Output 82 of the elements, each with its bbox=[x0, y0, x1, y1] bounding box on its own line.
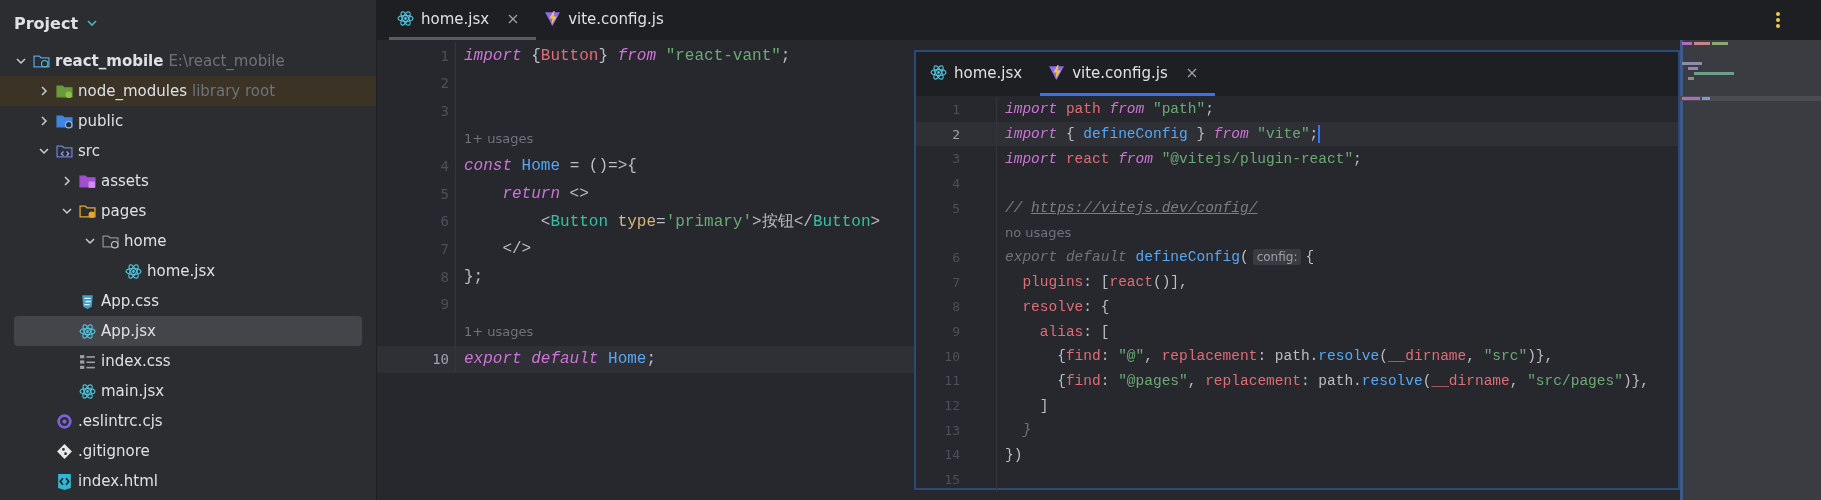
file-name: index.css bbox=[101, 352, 171, 370]
more-icon[interactable] bbox=[1775, 11, 1781, 29]
code-line: const Home = ()=>{ bbox=[464, 157, 637, 176]
chevron-icon[interactable] bbox=[38, 85, 50, 97]
code-line: import {Button} from "react-vant"; bbox=[464, 46, 791, 65]
line-number: 2 bbox=[951, 126, 961, 142]
file-name: home bbox=[124, 232, 167, 250]
diamond-icon bbox=[56, 442, 73, 460]
path-hint: library root bbox=[191, 82, 276, 100]
code-file-icon bbox=[56, 472, 73, 490]
file-tab[interactable]: home.jsx bbox=[389, 0, 537, 40]
tree-item[interactable]: main.jsx bbox=[0, 376, 376, 406]
code-line: plugins: [react()], bbox=[1021, 274, 1188, 291]
chevron-icon[interactable] bbox=[38, 145, 50, 157]
code-line: }; bbox=[464, 267, 484, 286]
tree-item[interactable]: public bbox=[0, 106, 376, 136]
code-line: {find: "@pages", replacement: path.resolve(__dirname, "src/pages")}, bbox=[1056, 372, 1649, 389]
tree-item[interactable]: .eslintrc.cjs bbox=[0, 406, 376, 436]
panel-title[interactable]: Project bbox=[14, 13, 79, 33]
code-line: return <> bbox=[501, 184, 589, 203]
file-name: App.jsx bbox=[101, 322, 156, 340]
code-line: resolve: { bbox=[1021, 298, 1110, 315]
code-line: ] bbox=[1038, 397, 1049, 414]
react-icon bbox=[79, 322, 96, 340]
file-name: .gitignore bbox=[78, 442, 150, 460]
file-name: index.html bbox=[78, 472, 158, 490]
code-line: </> bbox=[501, 239, 532, 258]
tree-item[interactable]: pages bbox=[0, 196, 376, 226]
code-line: import react from "@vitejs/plugin-react"; bbox=[1005, 150, 1362, 167]
code-line: }) bbox=[1005, 446, 1023, 463]
tree-item[interactable]: index.css bbox=[0, 346, 376, 376]
path-hint: E:\react_mobile bbox=[168, 52, 285, 70]
code-line: import path from "path"; bbox=[1005, 101, 1214, 118]
file-tab[interactable]: home.jsx bbox=[922, 52, 1041, 96]
tree-item[interactable]: index.html bbox=[0, 466, 376, 496]
chevron-icon[interactable] bbox=[15, 55, 27, 67]
file-tab[interactable]: vite.config.js bbox=[1040, 52, 1215, 96]
ring-icon bbox=[56, 412, 73, 430]
lightning-icon bbox=[544, 10, 562, 27]
file-name: public bbox=[78, 112, 124, 130]
code-line: export default defineConfig( config: { bbox=[1005, 249, 1315, 266]
tree-item[interactable]: App.jsx bbox=[14, 316, 362, 346]
close-icon[interactable] bbox=[508, 13, 519, 24]
chevron-icon[interactable] bbox=[84, 235, 96, 247]
line-number: 10 bbox=[431, 351, 450, 368]
lightning-icon bbox=[1048, 64, 1066, 81]
file-name: App.css bbox=[101, 292, 159, 310]
chevron-icon[interactable] bbox=[86, 17, 99, 29]
file-name: assets bbox=[101, 172, 149, 190]
react-icon bbox=[125, 262, 142, 280]
tree-item[interactable]: react_mobile E:\react_mobile bbox=[0, 46, 376, 76]
react-icon bbox=[930, 64, 947, 81]
file-tab[interactable]: vite.config.js bbox=[536, 0, 682, 40]
close-icon[interactable] bbox=[1186, 67, 1197, 78]
code-line: export default Home; bbox=[464, 350, 657, 369]
file-name: pages bbox=[101, 202, 147, 220]
code-line: import { defineConfig } from "vite"; bbox=[1005, 126, 1319, 143]
code-line: } bbox=[1021, 422, 1032, 439]
file-name: src bbox=[78, 142, 100, 160]
react-icon bbox=[79, 382, 96, 400]
file-name: .eslintrc.cjs bbox=[78, 412, 163, 430]
code-line: alias: [ bbox=[1038, 323, 1110, 340]
tree-item[interactable]: home bbox=[0, 226, 376, 256]
file-name: react_mobile bbox=[55, 52, 164, 70]
file-name: main.jsx bbox=[101, 382, 165, 400]
list-icon bbox=[79, 352, 96, 370]
react-icon bbox=[397, 10, 414, 27]
tree-item[interactable]: App.css bbox=[0, 286, 376, 316]
file-name: node_modules bbox=[78, 82, 187, 100]
chevron-icon[interactable] bbox=[61, 205, 73, 217]
chevron-icon[interactable] bbox=[38, 115, 50, 127]
file-name: home.jsx bbox=[147, 262, 216, 280]
code-line: <Button type='primary'>按钮</Button> bbox=[539, 211, 881, 232]
tree-item[interactable]: src bbox=[0, 136, 376, 166]
code-line: {find: "@", replacement: path.resolve(__dirname, "src")}, bbox=[1056, 348, 1554, 365]
tree-item[interactable]: .gitignore bbox=[0, 436, 376, 466]
code-line: // https://vitejs.dev/config/ bbox=[1005, 200, 1258, 217]
tree-item[interactable]: home.jsx bbox=[0, 256, 376, 286]
tree-item[interactable]: assets bbox=[0, 166, 376, 196]
tree-item[interactable]: node_modules library root bbox=[0, 76, 376, 106]
stylesheet-icon bbox=[79, 292, 96, 310]
chevron-icon[interactable] bbox=[61, 175, 73, 187]
